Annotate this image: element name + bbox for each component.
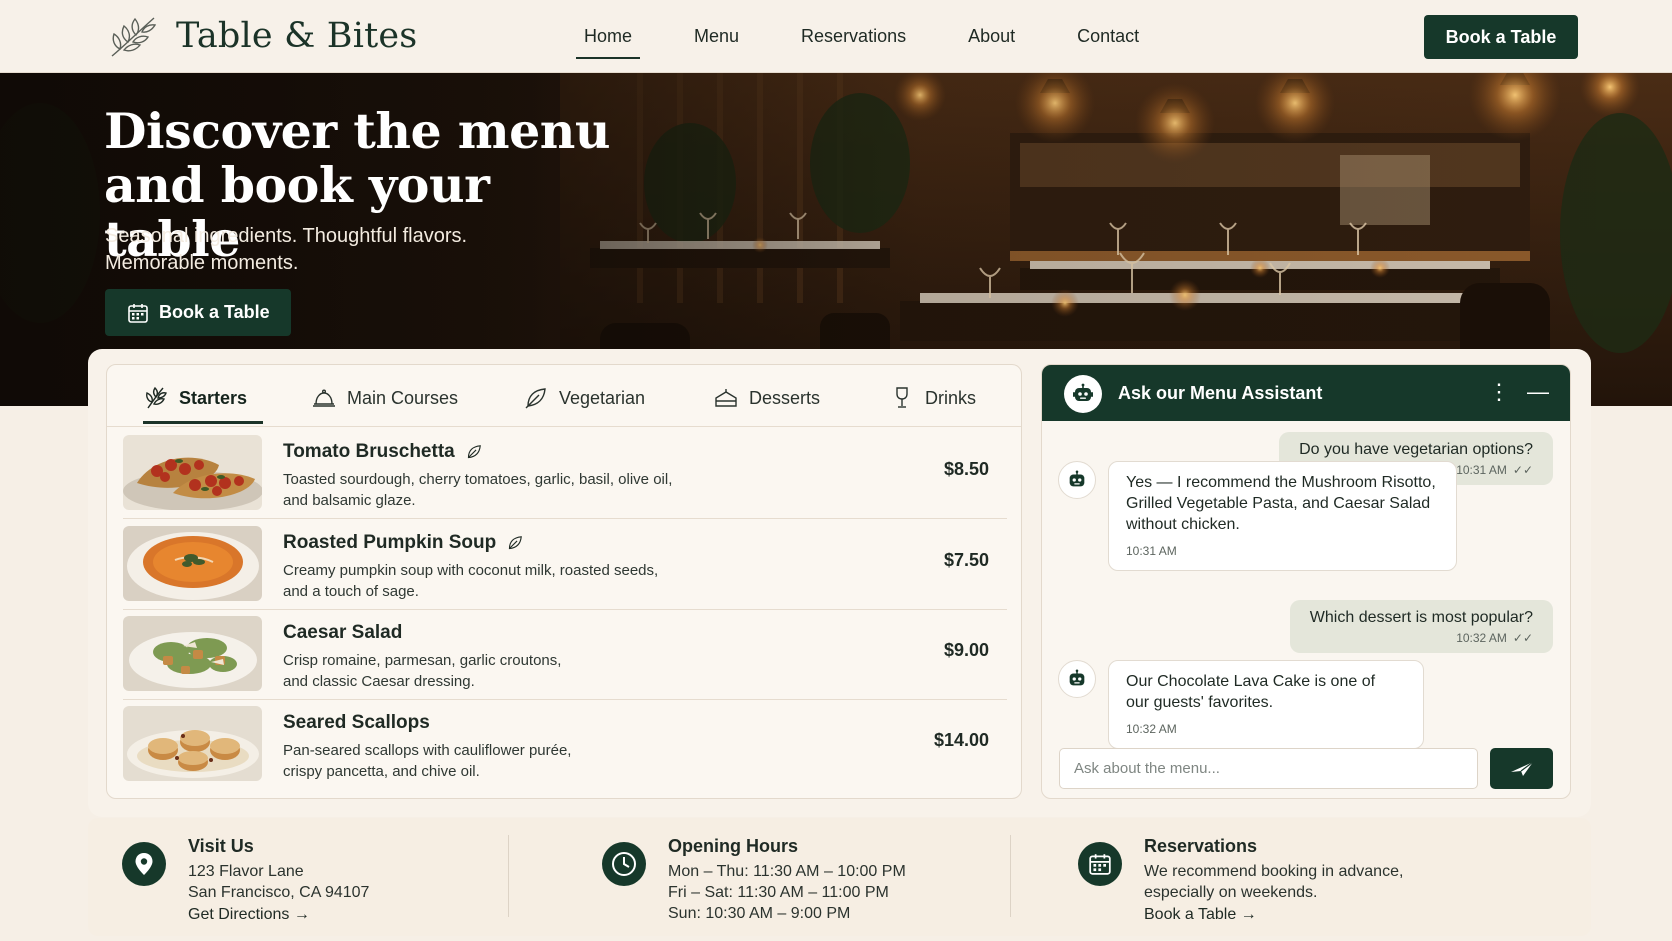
map-pin-icon: [122, 842, 166, 886]
menu-item-name: Caesar Salad: [283, 622, 403, 643]
double-check-icon: ✓✓: [1512, 631, 1533, 645]
menu-item-price: $9.00: [943, 640, 989, 660]
message-time: 10:31 AM: [1456, 463, 1507, 477]
active-tab-indicator: [143, 421, 263, 424]
menu-item-description: Toasted sourdough, cherry tomatoes, garl…: [283, 471, 673, 509]
message-time: 10:32 AM: [1126, 722, 1177, 736]
chat-header: Ask our Menu Assistant ⋮ —: [1042, 365, 1570, 421]
paper-plane-icon: [1510, 761, 1533, 776]
menu-item-name: Seared Scallops: [283, 712, 430, 733]
seared-scallops-photo: [123, 706, 262, 781]
menu-item[interactable]: Tomato Bruschetta Toasted sourdough, che…: [123, 429, 1007, 519]
vegetarian-leaf-icon: [509, 536, 523, 550]
tab-vegetarian[interactable]: Vegetarian: [523, 383, 645, 413]
tab-drinks[interactable]: Drinks: [889, 383, 976, 413]
chat-input[interactable]: [1059, 748, 1478, 789]
user-message: Which dessert is most popular? 10:32 AM ✓…: [1289, 600, 1553, 653]
nav-about[interactable]: About: [968, 22, 1015, 59]
site-header: Table & Bites Home Menu Reservations Abo…: [0, 0, 1672, 73]
menu-assistant-chat: Ask our Menu Assistant ⋮ — Do you have v…: [1041, 364, 1571, 799]
nav-menu[interactable]: Menu: [694, 22, 739, 59]
robot-icon: [1058, 660, 1096, 698]
brand[interactable]: Table & Bites: [106, 12, 417, 60]
olive-branch-icon: [111, 17, 157, 57]
menu-item-price: $14.00: [933, 730, 989, 750]
vegetarian-leaf-icon: [467, 445, 481, 459]
book-table-link[interactable]: Book a Table →: [1144, 904, 1257, 926]
brand-name: Table & Bites: [176, 16, 418, 56]
message-time: 10:32 AM: [1456, 631, 1507, 645]
calendar-icon: [1078, 842, 1122, 886]
menu-item-description: Creamy pumpkin soup with coconut milk, r…: [283, 562, 659, 600]
hero-subtitle: Seasonal ingredients. Thoughtful flavors…: [105, 225, 468, 274]
caesar-salad-photo: [123, 616, 262, 691]
nav-home[interactable]: Home: [575, 22, 641, 59]
menu-item-description: Crisp romaine, parmesan, garlic croutons…: [283, 652, 562, 690]
cake-icon: [715, 389, 737, 407]
menu-card: Starters Main Courses Vegetarian Dessert…: [106, 364, 1022, 799]
menu-item-price: $7.50: [943, 550, 989, 570]
robot-icon: [1058, 461, 1096, 499]
chat-title: Ask our Menu Assistant: [1118, 383, 1323, 403]
menu-item[interactable]: Caesar Salad Crisp romaine, parmesan, ga…: [123, 610, 1007, 700]
tab-desserts[interactable]: Desserts: [713, 383, 820, 413]
glass-icon: [896, 387, 908, 408]
minimize-icon[interactable]: —: [1526, 379, 1550, 407]
message-time: 10:31 AM: [1126, 544, 1177, 558]
send-button[interactable]: [1490, 748, 1553, 789]
menu-item-name: Tomato Bruschetta: [283, 441, 455, 462]
leaf-icon: [525, 388, 546, 409]
calendar-icon: [128, 303, 148, 323]
menu-item-price: $8.50: [943, 459, 989, 479]
more-options-icon[interactable]: ⋮: [1488, 379, 1510, 407]
menu-item-name: Roasted Pumpkin Soup: [283, 532, 497, 553]
menu-item[interactable]: Seared Scallops Pan-seared scallops with…: [123, 700, 1007, 790]
hero-book-table-button[interactable]: Book a Table: [105, 289, 291, 336]
info-title: Reservations: [1144, 836, 1258, 856]
menu-item[interactable]: Roasted Pumpkin Soup Creamy pumpkin soup…: [123, 520, 1007, 610]
header-book-table-button[interactable]: Book a Table: [1424, 15, 1578, 59]
double-check-icon: ✓✓: [1512, 463, 1533, 477]
get-directions-link[interactable]: Get Directions →: [188, 904, 310, 926]
arrow-right-icon: →: [1240, 906, 1257, 923]
bruschetta-photo: [123, 435, 262, 510]
pumpkin-soup-photo: [123, 526, 262, 601]
info-title: Visit Us: [188, 836, 254, 856]
robot-icon: [1064, 375, 1102, 413]
main-nav: Home Menu Reservations About Contact: [575, 22, 1201, 59]
menu-tabs: Starters Main Courses Vegetarian Dessert…: [107, 365, 1021, 427]
herb-icon: [146, 386, 167, 409]
menu-item-description: Pan-seared scallops with cauliflower pur…: [283, 742, 572, 780]
tab-main-courses[interactable]: Main Courses: [311, 383, 458, 413]
clock-icon: [602, 842, 646, 886]
nav-contact[interactable]: Contact: [1077, 22, 1139, 59]
tab-starters[interactable]: Starters: [143, 383, 247, 413]
assistant-message: Our Chocolate Lava Cake is one of our gu…: [1108, 660, 1424, 749]
arrow-right-icon: →: [293, 906, 310, 923]
assistant-message: Yes — I recommend the Mushroom Risotto, …: [1108, 461, 1457, 571]
cloche-icon: [313, 389, 335, 407]
nav-reservations[interactable]: Reservations: [801, 22, 906, 59]
info-strip: Visit Us 123 Flavor Lane San Francisco, …: [88, 818, 1591, 936]
info-title: Opening Hours: [668, 836, 798, 856]
